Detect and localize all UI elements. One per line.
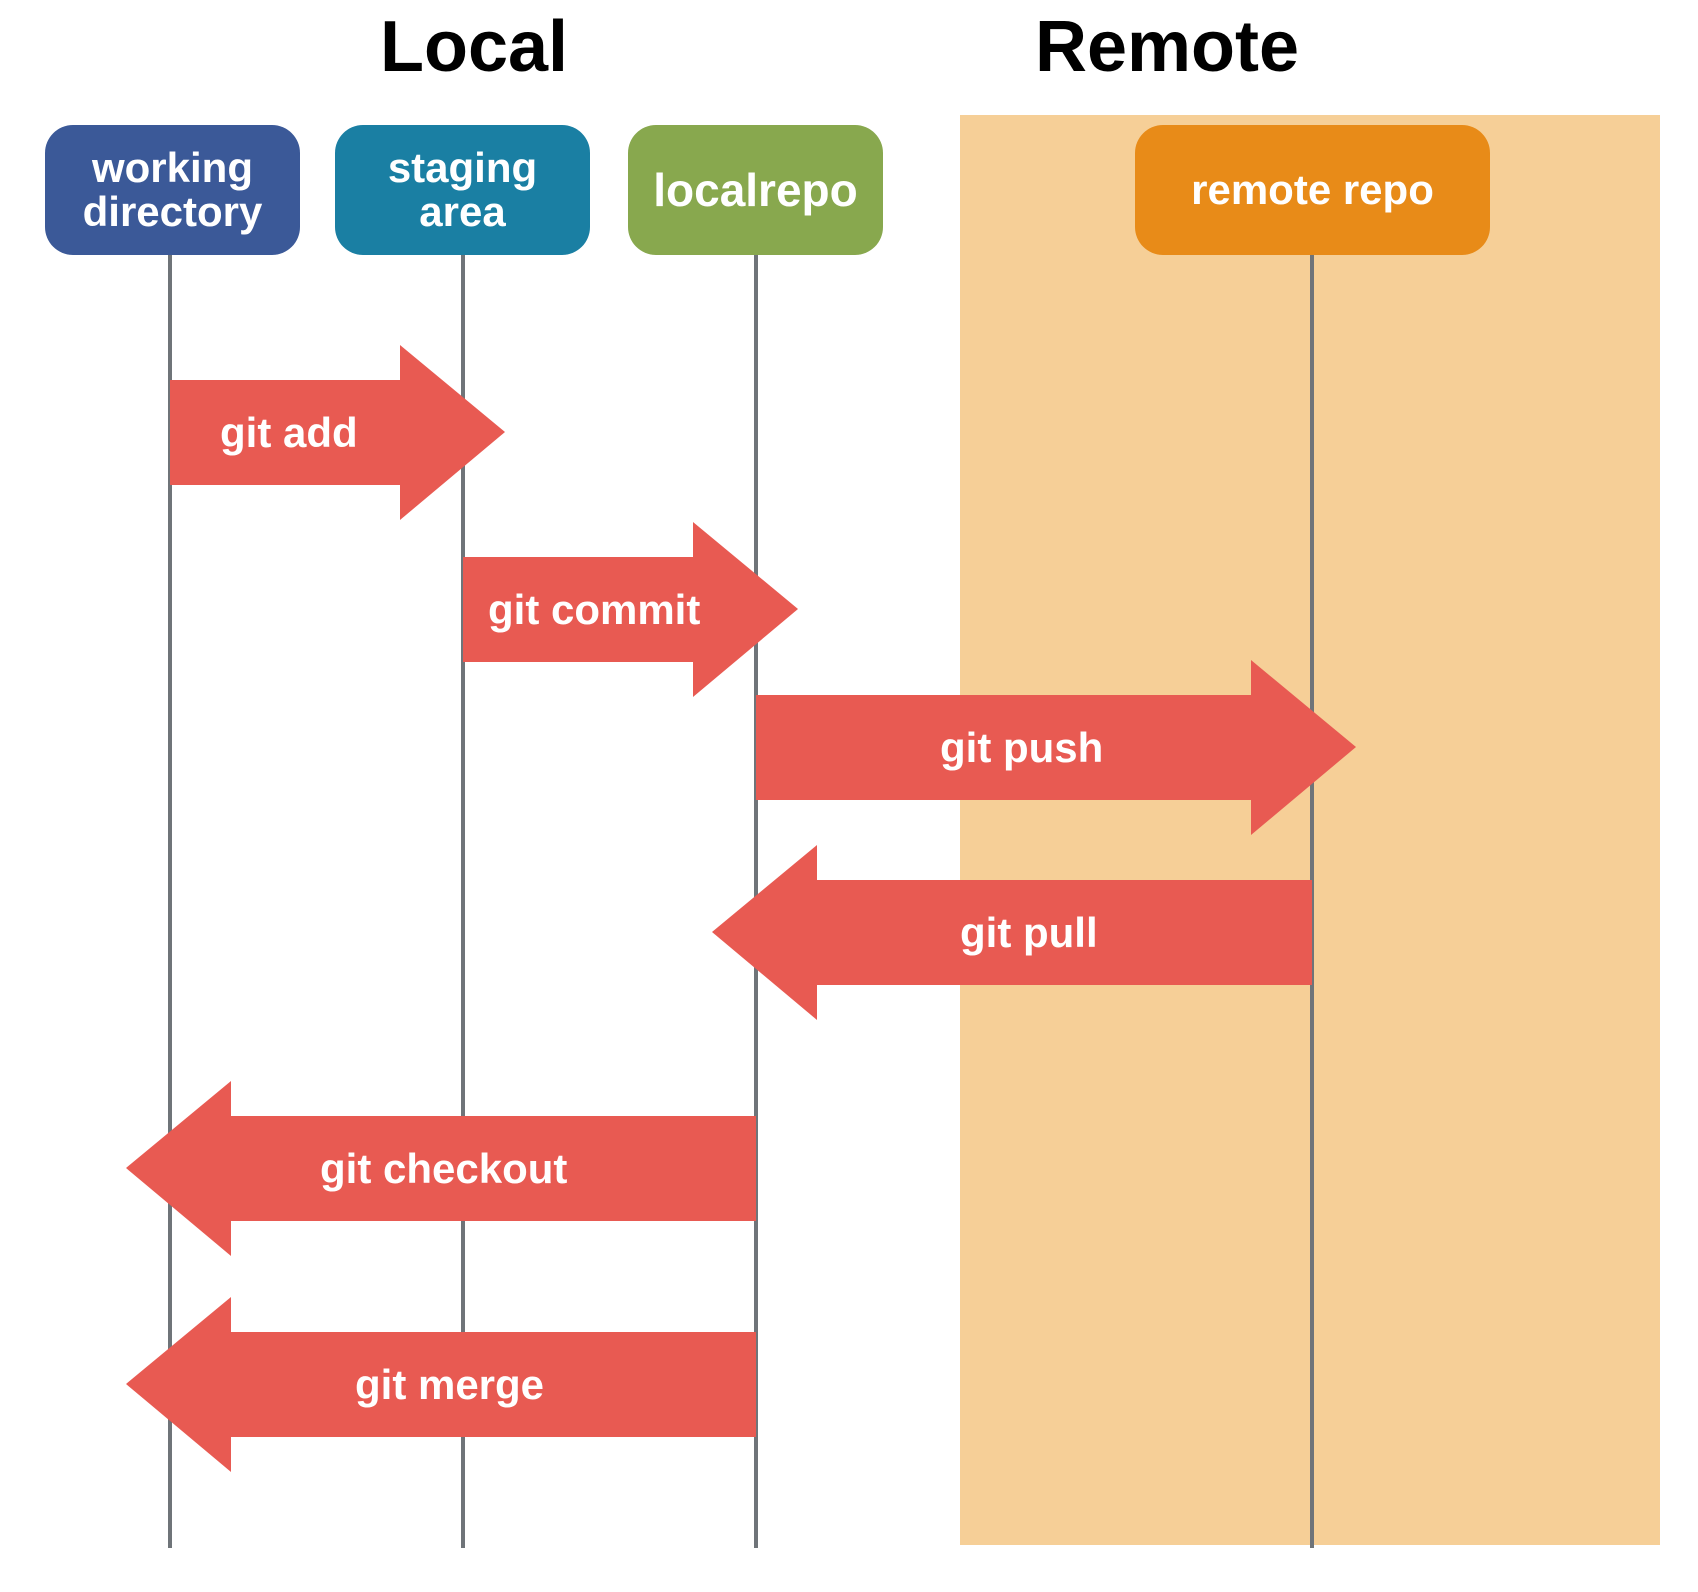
col-head-remoterepo-label: remote repo <box>1191 168 1434 212</box>
col-head-remoterepo: remote repo <box>1135 125 1490 255</box>
col-head-staging-label: staging area <box>347 146 578 234</box>
arrow-git-add: git add <box>170 345 505 520</box>
col-head-localrepo-label: localrepo <box>653 166 858 214</box>
arrow-label-commit: git commit <box>488 586 700 633</box>
arrow-git-merge: git merge <box>126 1297 756 1472</box>
col-head-working: working directory <box>45 125 300 255</box>
arrow-label-checkout: git checkout <box>320 1145 567 1192</box>
arrow-git-checkout: git checkout <box>126 1081 756 1256</box>
arrow-git-push: git push <box>756 660 1356 835</box>
arrow-label-push: git push <box>940 724 1103 771</box>
arrow-git-pull: git pull <box>712 845 1312 1020</box>
arrow-label-merge: git merge <box>355 1361 544 1408</box>
arrow-label-pull: git pull <box>960 909 1098 956</box>
git-flow-diagram: Local Remote git add git commit git push <box>0 0 1698 1592</box>
col-head-working-label: working directory <box>57 146 288 234</box>
col-head-localrepo: localrepo <box>628 125 883 255</box>
arrow-label-add: git add <box>220 409 358 456</box>
col-head-staging: staging area <box>335 125 590 255</box>
arrow-git-commit: git commit <box>463 522 798 697</box>
